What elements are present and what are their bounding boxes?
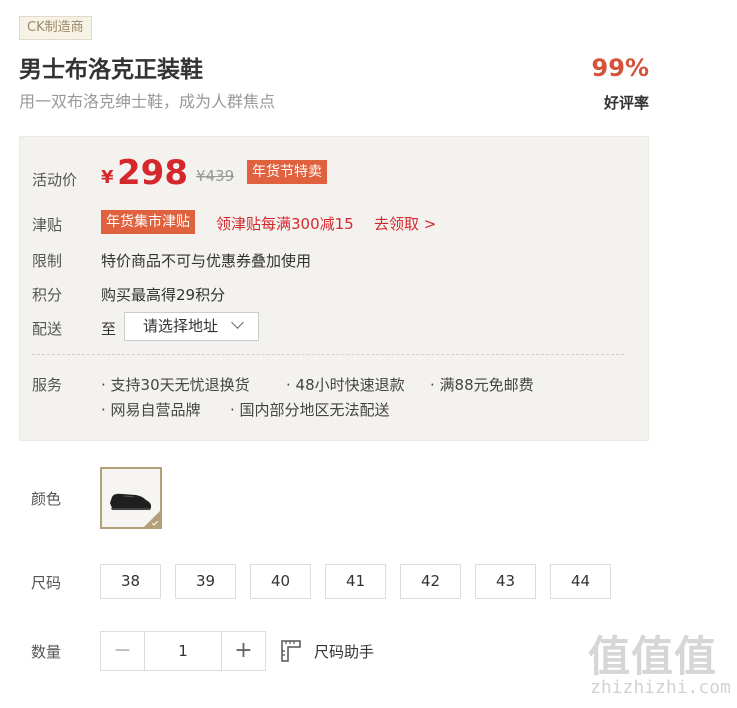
service-label: 服务 — [32, 376, 63, 394]
size-option[interactable]: 40 — [250, 564, 311, 599]
quantity-label: 数量 — [31, 643, 62, 661]
subsidy-text: 领津贴每满300减15 — [216, 215, 354, 233]
service-item: · 48小时快速退款 — [286, 376, 405, 394]
color-label: 颜色 — [31, 490, 62, 508]
points-label: 积分 — [32, 286, 63, 304]
price-label: 活动价 — [32, 171, 78, 189]
subsidy-tag: 年货集市津贴 — [101, 210, 195, 234]
product-subtitle: 用一双布洛克绅士鞋，成为人群焦点 — [19, 92, 276, 111]
ruler-icon — [281, 640, 301, 662]
address-select[interactable]: 请选择地址 — [124, 312, 259, 341]
size-option[interactable]: 43 — [475, 564, 536, 599]
divider — [32, 354, 624, 355]
claim-subsidy-link[interactable]: 去领取 > — [374, 213, 436, 234]
size-option[interactable]: 42 — [400, 564, 461, 599]
limit-label: 限制 — [32, 252, 63, 270]
size-option[interactable]: 44 — [550, 564, 611, 599]
service-item: · 满88元免邮费 — [430, 376, 534, 394]
quantity-value[interactable]: 1 — [145, 632, 221, 670]
size-label: 尺码 — [31, 574, 62, 592]
size-option[interactable]: 39 — [175, 564, 236, 599]
points-text: 购买最高得29积分 — [101, 286, 226, 304]
original-price: ¥439 — [196, 167, 235, 185]
price-currency: ¥ — [101, 167, 114, 188]
size-helper-label: 尺码助手 — [314, 643, 375, 661]
service-item: · 国内部分地区无法配送 — [230, 401, 390, 419]
subsidy-label: 津贴 — [32, 216, 63, 234]
size-option[interactable]: 38 — [100, 564, 161, 599]
delivery-label: 配送 — [32, 320, 63, 338]
product-title: 男士布洛克正装鞋 — [19, 57, 203, 83]
quantity-decrease-button[interactable]: − — [101, 632, 145, 670]
limit-text: 特价商品不可与优惠券叠加使用 — [101, 252, 312, 270]
color-swatch-black[interactable] — [100, 467, 162, 529]
promo-tag: 年货节特卖 — [247, 160, 327, 184]
service-item: · 支持30天无忧退换货 — [101, 376, 250, 394]
price-value: 298 — [117, 153, 188, 193]
watermark-url: zhizhizhi.com — [590, 677, 731, 698]
watermark-logo: 值值值 — [588, 632, 718, 681]
address-placeholder: 请选择地址 — [143, 317, 219, 335]
service-item: · 网易自营品牌 — [101, 401, 201, 419]
price-panel: 活动价 ¥ 298 ¥439 年货节特卖 津贴 年货集市津贴 领津贴每满300减… — [19, 136, 649, 441]
size-option[interactable]: 41 — [325, 564, 386, 599]
quantity-stepper: − 1 + — [100, 631, 266, 671]
brand-tag: CK制造商 — [19, 16, 92, 40]
quantity-increase-button[interactable]: + — [221, 632, 265, 670]
delivery-to: 至 — [101, 320, 117, 338]
rating-percent: 99% — [591, 54, 649, 82]
chevron-down-icon — [231, 316, 244, 329]
rating-label: 好评率 — [603, 94, 649, 112]
